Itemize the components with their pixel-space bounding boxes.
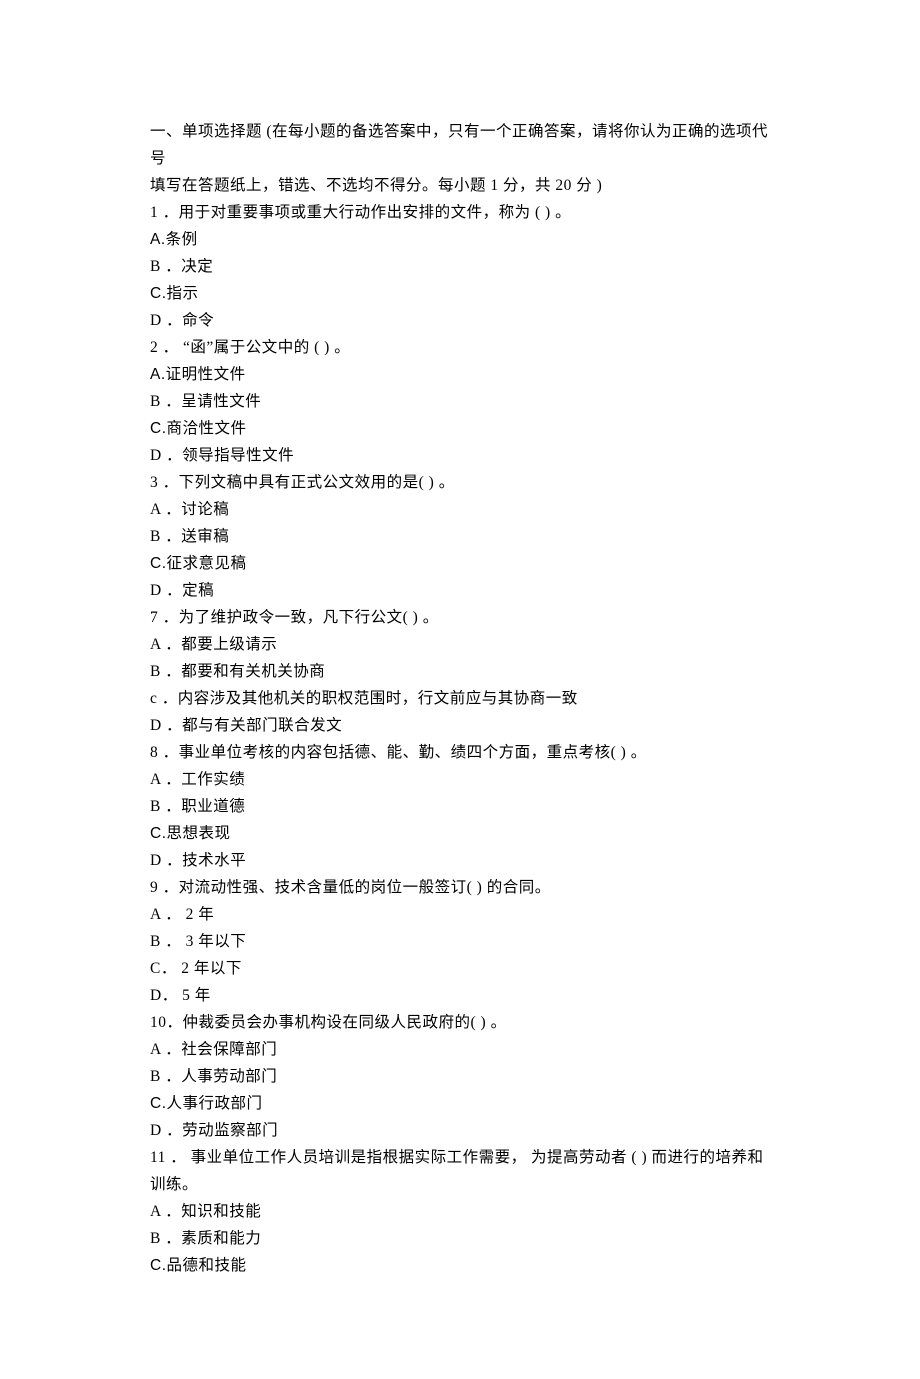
text-line: B ．素质和能力 <box>150 1225 774 1252</box>
text-line: D ．技术水平 <box>150 847 774 874</box>
text-line: C.指示 <box>150 280 774 307</box>
text-line: B ．决定 <box>150 253 774 280</box>
text-line: c ．内容涉及其他机关的职权范围时，行文前应与其协商一致 <box>150 685 774 712</box>
text-line: B ．人事劳动部门 <box>150 1063 774 1090</box>
text-line: A ．都要上级请示 <box>150 631 774 658</box>
text-line: A ． 2 年 <box>150 901 774 928</box>
text-line: A ．讨论稿 <box>150 496 774 523</box>
text-line: C.思想表现 <box>150 820 774 847</box>
text-line: D． 5 年 <box>150 982 774 1009</box>
text-line: B ．都要和有关机关协商 <box>150 658 774 685</box>
text-line: D ．命令 <box>150 307 774 334</box>
text-line: A.条例 <box>150 226 774 253</box>
text-line: 10．仲裁委员会办事机构设在同级人民政府的( ) 。 <box>150 1009 774 1036</box>
text-line: 填写在答题纸上，错选、不选均不得分。每小题 1 分，共 20 分 ) <box>150 172 774 199</box>
text-line: 1 ．用于对重要事项或重大行动作出安排的文件，称为 ( ) 。 <box>150 199 774 226</box>
text-line: 8 ．事业单位考核的内容包括德、能、勤、绩四个方面，重点考核( ) 。 <box>150 739 774 766</box>
text-line: B ．呈请性文件 <box>150 388 774 415</box>
text-line: D ．领导指导性文件 <box>150 442 774 469</box>
text-line: 11 ． 事业单位工作人员培训是指根据实际工作需要， 为提高劳动者 ( ) 而进… <box>150 1144 774 1198</box>
text-line: A ．知识和技能 <box>150 1198 774 1225</box>
text-line: C.商洽性文件 <box>150 415 774 442</box>
text-line: 2 ． “函”属于公文中的 ( ) 。 <box>150 334 774 361</box>
text-line: A ．社会保障部门 <box>150 1036 774 1063</box>
text-line: C.品德和技能 <box>150 1252 774 1279</box>
text-line: B ．送审稿 <box>150 523 774 550</box>
text-line: A ．工作实绩 <box>150 766 774 793</box>
text-line: D ．劳动监察部门 <box>150 1117 774 1144</box>
text-line: D ．定稿 <box>150 577 774 604</box>
text-line: 3 ．下列文稿中具有正式公文效用的是( ) 。 <box>150 469 774 496</box>
text-line: A.证明性文件 <box>150 361 774 388</box>
document-page: 一、单项选择题 (在每小题的备选答案中，只有一个正确答案，请将你认为正确的选项代… <box>0 0 920 1379</box>
text-line: C.征求意见稿 <box>150 550 774 577</box>
text-line: D ．都与有关部门联合发文 <box>150 712 774 739</box>
text-line: 一、单项选择题 (在每小题的备选答案中，只有一个正确答案，请将你认为正确的选项代… <box>150 118 774 172</box>
text-line: 7 ．为了维护政令一致，凡下行公文( ) 。 <box>150 604 774 631</box>
text-line: 9 ．对流动性强、技术含量低的岗位一般签订( ) 的合同。 <box>150 874 774 901</box>
text-line: B ． 3 年以下 <box>150 928 774 955</box>
text-line: C.人事行政部门 <box>150 1090 774 1117</box>
text-line: B ．职业道德 <box>150 793 774 820</box>
text-line: C． 2 年以下 <box>150 955 774 982</box>
